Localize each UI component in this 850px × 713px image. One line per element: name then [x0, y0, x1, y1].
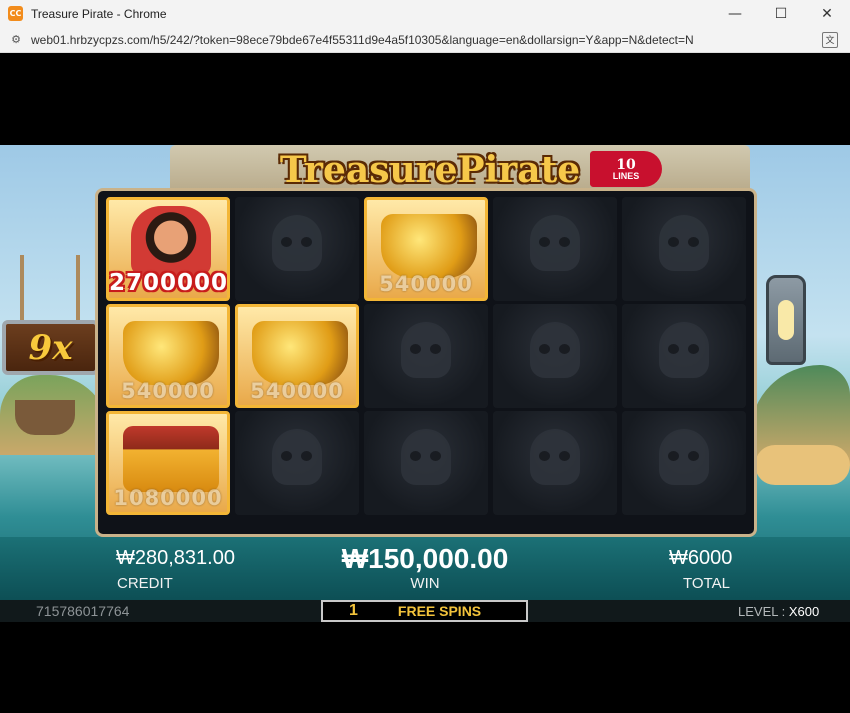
round-id: 715786017764: [36, 603, 130, 619]
reel-cell-empty: [622, 197, 746, 301]
reel-cell-empty: [364, 411, 488, 515]
gold-coins-icon: [123, 321, 219, 385]
reel-cell-empty: [493, 197, 617, 301]
reel-grid: 2700000 540000 540000 540000 1080000: [95, 188, 757, 537]
reel-cell-empty: [493, 304, 617, 408]
right-sand-background: [755, 445, 850, 485]
close-button[interactable]: ✕: [804, 0, 850, 27]
cell-value: 540000: [121, 379, 215, 403]
level-label: LEVEL :: [738, 604, 789, 619]
skull-icon: [401, 429, 451, 485]
cell-value: 540000: [379, 272, 473, 296]
translate-icon[interactable]: 文: [822, 31, 838, 48]
game-logo-text: TreasurePirate: [279, 149, 581, 191]
site-settings-icon[interactable]: ⚙: [9, 33, 23, 47]
lines-flag-badge: 10 LINES: [590, 151, 662, 187]
level-indicator: LEVEL : X600: [738, 604, 819, 619]
gold-coins-icon: [252, 321, 348, 385]
maximize-button[interactable]: ☐: [758, 0, 804, 27]
credit-value: ₩280,831.00: [116, 547, 235, 569]
reel-cell-gold: 540000: [106, 304, 230, 408]
bottom-status-bar: 715786017764 1 FREE SPINS LEVEL : X600: [0, 600, 850, 622]
game-canvas[interactable]: TreasurePirate 10 LINES 9x 2700000 540000…: [0, 145, 850, 622]
credit-label: CREDIT: [117, 575, 173, 592]
skull-icon: [530, 215, 580, 271]
skull-icon: [272, 215, 322, 271]
reel-cell-empty: [235, 197, 359, 301]
reel-cell-empty: [493, 411, 617, 515]
reel-cell-barrel: 1080000: [106, 411, 230, 515]
lines-count: 10: [616, 156, 636, 173]
skull-icon: [401, 322, 451, 378]
app-logo-icon: CC: [8, 6, 23, 21]
skull-icon: [659, 322, 709, 378]
pirate-captain-icon: [131, 206, 211, 276]
treasure-bag-icon: [381, 214, 477, 278]
skull-icon: [530, 322, 580, 378]
skull-icon: [530, 429, 580, 485]
free-spins-count: 1: [349, 602, 358, 619]
cell-value: 2700000: [109, 270, 229, 296]
url-text[interactable]: web01.hrbzycpzs.com/h5/242/?token=98ece7…: [31, 33, 694, 47]
free-spins-label: FREE SPINS: [397, 603, 482, 619]
win-label: WIN: [410, 575, 440, 592]
window-controls: — ☐ ✕: [712, 0, 850, 27]
multiplier-rope: [20, 255, 80, 320]
win-value: ₩150,000.00: [341, 543, 509, 574]
window-titlebar: CC Treasure Pirate - Chrome — ☐ ✕: [0, 0, 850, 27]
skull-icon: [659, 215, 709, 271]
lines-label: LINES: [612, 170, 640, 181]
lantern-icon: [766, 275, 806, 365]
shipwreck-left-decoration: [15, 400, 75, 435]
multiplier-value: 9x: [28, 327, 73, 368]
level-value: X600: [788, 604, 820, 619]
skull-icon: [659, 429, 709, 485]
reel-cell-empty: [622, 411, 746, 515]
cell-value: 540000: [250, 379, 344, 403]
free-spins-indicator: 1 FREE SPINS: [321, 600, 528, 622]
skull-icon: [272, 429, 322, 485]
address-bar: ⚙ web01.hrbzycpzs.com/h5/242/?token=98ec…: [0, 27, 850, 53]
cell-value: 1080000: [113, 486, 223, 510]
treasure-barrel-icon: [123, 426, 219, 492]
reel-cell-gold: 540000: [235, 304, 359, 408]
reel-cell-empty: [364, 304, 488, 408]
minimize-button[interactable]: —: [712, 0, 758, 27]
reel-cell-chest: 540000: [364, 197, 488, 301]
window-title: Treasure Pirate - Chrome: [31, 6, 167, 21]
multiplier-sign: 9x: [2, 320, 99, 375]
total-bet-value[interactable]: ₩6000: [669, 547, 732, 570]
reel-cell-empty: [235, 411, 359, 515]
reel-cell-empty: [622, 304, 746, 408]
total-bet-label: TOTAL: [683, 575, 730, 592]
hud-panel: ₩280,831.00 CREDIT ₩150,000.00 WIN ₩6000…: [0, 537, 850, 600]
reel-cell-pirate: 2700000: [106, 197, 230, 301]
